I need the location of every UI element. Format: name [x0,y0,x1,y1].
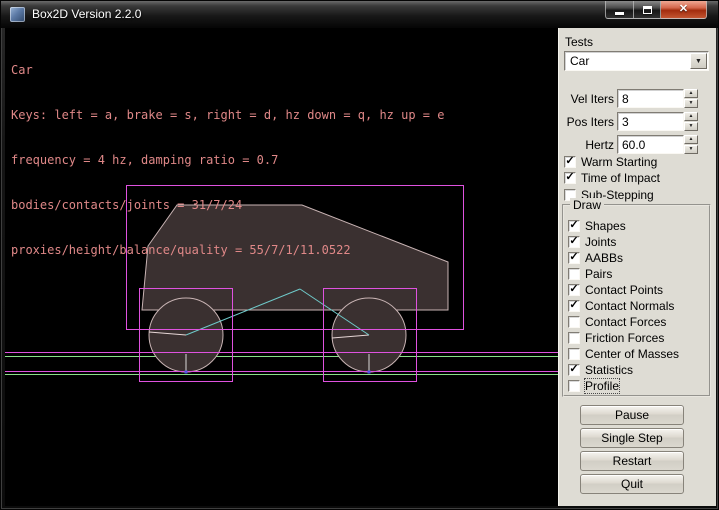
test-title-text: Car [11,63,444,78]
proxies-stats-text: proxies/height/balance/quality = 55/7/1/… [11,243,444,258]
vel-iters-label: Vel Iters [559,92,614,106]
check-icon: ✓ [569,300,578,311]
check-icon: ✓ [569,220,578,231]
check-icon: ✓ [565,156,574,167]
checkbox-contact-forces[interactable]: Contact Forces [568,315,666,329]
left-contact-point [185,371,188,374]
pos-iters-input[interactable]: 3 [617,112,684,131]
check-icon: ✓ [569,236,578,247]
app-icon [10,7,25,22]
check-icon: ✓ [565,172,574,183]
vel-iters-spinner: ▲ ▼ [684,89,698,109]
check-icon: ✓ [569,252,578,263]
vel-iters-input[interactable]: 8 [617,89,684,108]
minimize-icon [615,12,624,15]
check-icon: ✓ [569,364,578,375]
hertz-row: Hertz 60.0 ▲ ▼ [559,135,717,155]
bodies-stats-text: bodies/contacts/joints = 31/7/24 [11,198,444,213]
stats-overlay: Car Keys: left = a, brake = s, right = d… [11,33,444,288]
checkbox-box[interactable]: ✓ [568,220,580,232]
checkbox-aabbs[interactable]: ✓ AABBs [568,251,623,265]
checkbox-box[interactable] [568,316,580,328]
checkbox-shapes[interactable]: ✓ Shapes [568,219,626,233]
pos-iters-label: Pos Iters [559,115,614,129]
simulation-canvas[interactable]: Car Keys: left = a, brake = s, right = d… [5,28,558,506]
minimize-button[interactable] [605,1,634,19]
dropdown-arrow-icon[interactable]: ▼ [690,53,707,69]
app-window: Box2D Version 2.2.0 ✕ [0,0,719,510]
close-icon: ✕ [679,4,688,15]
vel-iters-up-button[interactable]: ▲ [684,89,698,98]
checkbox-warm-starting[interactable]: ✓ Warm Starting [564,155,657,169]
checkbox-box[interactable]: ✓ [568,284,580,296]
tests-dropdown[interactable]: Car ▼ [564,51,709,71]
hertz-input[interactable]: 60.0 [617,135,684,154]
hertz-down-button[interactable]: ▼ [684,145,698,154]
close-button[interactable]: ✕ [661,1,707,19]
keys-help-text: Keys: left = a, brake = s, right = d, hz… [11,108,444,123]
pos-iters-row: Pos Iters 3 ▲ ▼ [559,112,717,132]
pause-button[interactable]: Pause [580,405,684,425]
hertz-label: Hertz [559,138,614,152]
restart-button[interactable]: Restart [580,451,684,471]
checkbox-box[interactable] [568,268,580,280]
check-icon: ✓ [569,284,578,295]
checkbox-box[interactable]: ✓ [568,236,580,248]
vel-iters-row: Vel Iters 8 ▲ ▼ [559,89,717,109]
checkbox-contact-points[interactable]: ✓ Contact Points [568,283,663,297]
window-title: Box2D Version 2.2.0 [32,7,141,21]
tests-dropdown-value: Car [570,54,589,68]
single-step-button[interactable]: Single Step [580,428,684,448]
window-content: Car Keys: left = a, brake = s, right = d… [5,28,716,506]
checkbox-box[interactable] [568,380,580,392]
checkbox-box[interactable] [568,332,580,344]
checkbox-friction-forces[interactable]: Friction Forces [568,331,664,345]
window-controls: ✕ [605,1,707,20]
quit-button[interactable]: Quit [580,474,684,494]
draw-group-box: Draw ✓ Shapes ✓ Joints ✓ AABBs Pairs [562,204,711,397]
checkbox-statistics[interactable]: ✓ Statistics [568,363,633,377]
checkbox-contact-normals[interactable]: ✓ Contact Normals [568,299,674,313]
hertz-spinner: ▲ ▼ [684,135,698,155]
draw-group-title: Draw [570,198,604,212]
tests-label: Tests [565,35,593,49]
titlebar[interactable]: Box2D Version 2.2.0 ✕ [1,1,718,28]
checkbox-box[interactable]: ✓ [568,300,580,312]
maximize-icon [643,6,652,14]
checkbox-box[interactable]: ✓ [564,156,576,168]
right-contact-point [368,371,371,374]
pos-iters-up-button[interactable]: ▲ [684,112,698,121]
checkbox-pairs[interactable]: Pairs [568,267,612,281]
hertz-up-button[interactable]: ▲ [684,135,698,144]
checkbox-box[interactable] [568,348,580,360]
checkbox-box[interactable]: ✓ [568,364,580,376]
checkbox-box[interactable]: ✓ [564,172,576,184]
checkbox-box[interactable]: ✓ [568,252,580,264]
frequency-text: frequency = 4 hz, damping ratio = 0.7 [11,153,444,168]
checkbox-center-of-masses[interactable]: Center of Masses [568,347,679,361]
checkbox-time-of-impact[interactable]: ✓ Time of Impact [564,171,660,185]
control-panel: Tests Car ▼ Vel Iters 8 ▲ ▼ Pos Iters 3 … [558,28,716,506]
maximize-button[interactable] [634,1,661,19]
vel-iters-down-button[interactable]: ▼ [684,99,698,108]
checkbox-profile[interactable]: Profile [568,379,619,393]
pos-iters-down-button[interactable]: ▼ [684,122,698,131]
pos-iters-spinner: ▲ ▼ [684,112,698,132]
checkbox-joints[interactable]: ✓ Joints [568,235,616,249]
